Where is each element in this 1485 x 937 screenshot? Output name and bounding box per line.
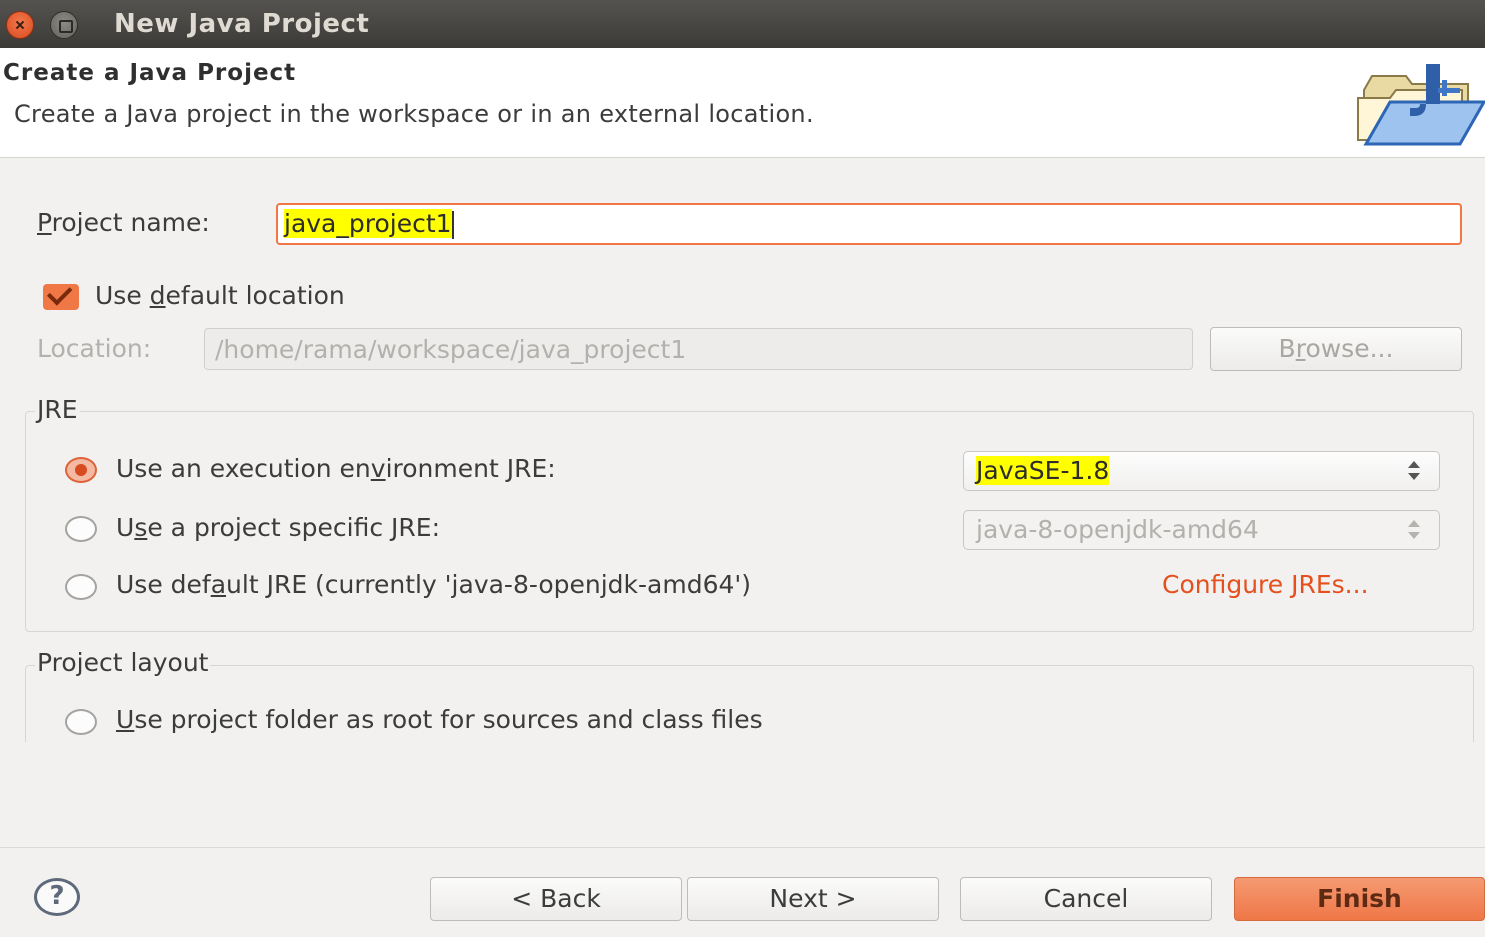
mnemonic: s	[134, 513, 148, 542]
select-value: java-8-openjdk-amd64	[976, 515, 1259, 544]
finish-button[interactable]: Finish	[1234, 877, 1485, 921]
close-icon[interactable]	[6, 11, 34, 39]
label-text: B	[1278, 334, 1296, 363]
label-text: efault location	[165, 281, 345, 310]
project-specific-jre-select[interactable]: java-8-openjdk-amd64	[963, 510, 1440, 550]
execution-environment-radio[interactable]	[65, 457, 97, 483]
mnemonic: U	[116, 705, 135, 734]
project-specific-jre-label[interactable]: Use a project specific JRE:	[116, 513, 440, 542]
wizard-description: Create a Java project in the workspace o…	[14, 100, 814, 128]
label-text: Use	[95, 281, 150, 310]
label-text: Use an execution en	[116, 454, 371, 483]
label-text: se project folder as root for sources an…	[134, 705, 763, 734]
cancel-button[interactable]: Cancel	[960, 877, 1212, 921]
label-text: ult JRE (currently 'java-8-openjdk-amd64…	[226, 570, 752, 599]
updown-arrows-icon	[1407, 518, 1421, 542]
project-layout-group-title: Project layout	[35, 648, 211, 677]
next-button[interactable]: Next >	[687, 877, 939, 921]
configure-jres-link[interactable]: Configure JREs...	[1162, 570, 1369, 599]
label-text: roject name:	[51, 208, 210, 237]
text-caret	[451, 211, 454, 239]
select-value: JavaSE-1.8	[976, 456, 1110, 485]
mnemonic: d	[149, 281, 166, 310]
label-text: e a project specific JRE:	[147, 513, 441, 542]
location-input[interactable]: /home/rama/workspace/java_project1	[204, 328, 1193, 370]
execution-environment-select[interactable]: JavaSE-1.8	[963, 451, 1440, 491]
jre-group-title: JRE	[35, 395, 80, 424]
help-icon[interactable]: ?	[34, 878, 80, 916]
use-default-location-checkbox[interactable]	[43, 284, 79, 310]
use-default-location-label[interactable]: Use default location	[95, 281, 345, 310]
java-project-folder-icon	[1357, 64, 1485, 146]
mnemonic: r	[1295, 334, 1306, 363]
project-name-value: java_project1	[284, 209, 452, 238]
label-text: Use def	[116, 570, 211, 599]
updown-arrows-icon	[1407, 459, 1421, 483]
mnemonic: P	[37, 208, 52, 237]
mnemonic: v	[370, 454, 386, 483]
button-bar-separator	[0, 847, 1485, 848]
location-label: Location:	[37, 334, 152, 363]
execution-environment-label[interactable]: Use an execution environment JRE:	[116, 454, 556, 483]
label-text: U	[116, 513, 135, 542]
content-clip	[0, 742, 1485, 847]
window-titlebar: New Java Project	[0, 0, 1485, 48]
wizard-title: Create a Java Project	[3, 60, 297, 86]
back-button[interactable]: < Back	[430, 877, 682, 921]
label-text: ironment JRE:	[385, 454, 556, 483]
default-jre-radio[interactable]	[65, 574, 97, 600]
project-folder-root-radio[interactable]	[65, 709, 97, 735]
project-folder-root-label[interactable]: Use project folder as root for sources a…	[116, 705, 763, 734]
project-name-label: Project name:	[37, 208, 210, 237]
project-specific-jre-radio[interactable]	[65, 516, 97, 542]
browse-button[interactable]: Browse...	[1210, 327, 1462, 371]
mnemonic: a	[210, 570, 227, 599]
window-title: New Java Project	[114, 9, 370, 39]
project-name-input[interactable]: java_project1	[276, 203, 1462, 245]
label-text: owse...	[1305, 334, 1394, 363]
default-jre-label[interactable]: Use default JRE (currently 'java-8-openj…	[116, 570, 751, 599]
wizard-header: Create a Java Project Create a Java proj…	[0, 48, 1485, 158]
maximize-icon[interactable]	[50, 11, 78, 39]
